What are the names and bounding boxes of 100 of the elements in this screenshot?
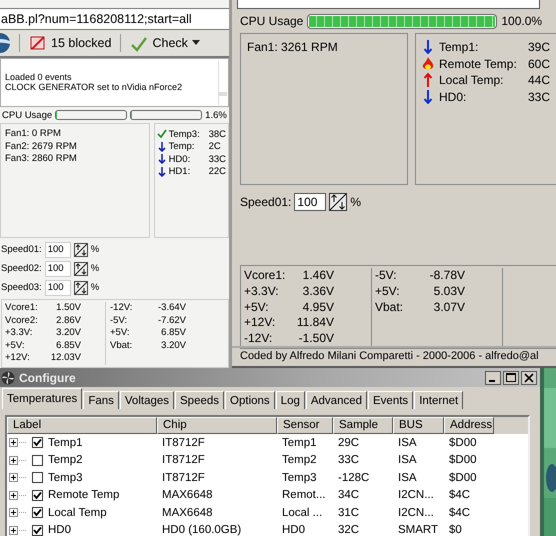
speed-label: Speed03: (1, 282, 42, 294)
sensor-label: Remote Temp (48, 489, 120, 502)
temp-value: 60C (528, 56, 550, 71)
column-header[interactable]: Sensor (277, 417, 333, 434)
percent-unit: % (350, 195, 362, 209)
cpu-usage-label: CPU Usage (240, 14, 304, 28)
log-line: Loaded 0 events (5, 72, 73, 82)
checkbox[interactable] (32, 437, 43, 448)
column-header[interactable]: Address (444, 417, 494, 434)
temp-value: 44C (528, 73, 550, 88)
fan-reading: Fan3: 2860 RPM (5, 153, 78, 166)
speed-field[interactable]: 100 (44, 242, 71, 258)
checkbox[interactable] (32, 472, 43, 484)
expand-icon[interactable] (9, 490, 27, 500)
address-field[interactable]: aBB.pl?num=1168208112;start=all (0, 8, 229, 30)
globe-icon[interactable] (0, 33, 12, 54)
tab[interactable]: Internet (414, 391, 464, 409)
maximize-button[interactable] (503, 370, 519, 384)
tab[interactable]: Voltages (120, 391, 174, 409)
speed-field[interactable]: 100 (294, 193, 326, 211)
expand-icon[interactable] (9, 508, 27, 518)
fan-reading: Fan1: 0 RPM (5, 128, 62, 141)
column-header[interactable]: Chip (157, 417, 277, 434)
blocked-window-icon (29, 34, 47, 52)
fan-reading: Fan2: 2679 RPM (5, 140, 78, 154)
voltage-label: Vbat: (375, 300, 404, 316)
table-cell-text: SMART (397, 524, 440, 536)
voltage-value: -8.78V (428, 268, 465, 284)
table-cell-text: IT8712F (161, 454, 206, 466)
sensor-label: Temp1 (48, 436, 83, 449)
temp-label: Temp3: (168, 128, 201, 140)
speed-field[interactable]: 100 (44, 260, 71, 277)
table-cell-text: Local ... (281, 506, 324, 519)
temp-label: Temp: (168, 141, 196, 152)
table-cell-text: $D00 (448, 472, 478, 484)
table-cell-text: 29C (337, 436, 360, 449)
text-field[interactable] (237, 0, 540, 9)
voltage-value: 3.20V (55, 327, 81, 340)
table-cell-text: Temp1 (281, 436, 318, 449)
down-arrow-icon (156, 166, 167, 177)
spin-button[interactable] (74, 262, 88, 276)
log-line: CLOCK GENERATOR set to nVidia nForce2 (5, 82, 184, 92)
temp-label: Local Temp: (438, 73, 504, 88)
tab[interactable]: Speeds (175, 391, 224, 409)
cpu-usage-reading: 100.0% (501, 14, 542, 28)
close-button[interactable] (521, 370, 537, 384)
voltage-label: -5V: (110, 314, 128, 328)
checkbox[interactable] (32, 490, 43, 501)
table-cell-text: Temp3 (281, 472, 318, 484)
tab[interactable]: Fans (83, 391, 119, 409)
tab[interactable]: Events (368, 391, 414, 409)
column-header[interactable]: BUS (393, 417, 444, 434)
tab[interactable]: Advanced (306, 391, 368, 409)
checkbox[interactable] (32, 524, 43, 536)
table-cell-text: 32C (337, 524, 360, 536)
sensor-label: Local Temp (48, 506, 107, 519)
table-cell-text: Remot... (281, 489, 326, 502)
speed-field[interactable]: 100 (44, 280, 71, 296)
table-cell-text: ISA (397, 472, 418, 484)
voltage-value: 12.03V (50, 352, 81, 365)
voltage-label: Vcore1: (5, 302, 39, 315)
voltage-label: -5V: (375, 268, 398, 284)
table-cell-text: MAX6648 (161, 489, 214, 502)
tab[interactable]: Log (276, 391, 305, 409)
spin-button[interactable] (74, 242, 88, 257)
column-header[interactable]: Sample (333, 417, 393, 434)
table-cell-text: $0 (448, 524, 463, 536)
tab[interactable]: Temperatures (2, 388, 82, 409)
voltage-label: +12V: (5, 352, 31, 365)
percent-unit: % (90, 263, 100, 274)
tab[interactable]: Options (225, 391, 275, 409)
column-header[interactable]: Label (7, 417, 157, 434)
checkbox[interactable] (32, 454, 43, 466)
voltage-label: -12V: (110, 302, 134, 315)
temp-label: HD0: (438, 90, 468, 104)
check-icon (156, 129, 167, 140)
spin-button[interactable] (74, 280, 88, 295)
table-cell-text: ISA (397, 436, 418, 449)
temp-value: 38C (208, 128, 226, 140)
temp-label: Temp1: (438, 40, 480, 54)
voltage-value: -1.50V (298, 331, 334, 347)
expand-icon[interactable] (9, 473, 27, 482)
down-arrow-icon (156, 154, 167, 164)
checkbox[interactable] (32, 507, 43, 518)
temp-label: Remote Temp: (438, 56, 518, 71)
voltage-value: 3.20V (160, 340, 186, 352)
spell-check-button[interactable]: Check (128, 34, 202, 52)
window-title: Configure (19, 370, 76, 384)
temp-value: 2C (208, 141, 221, 152)
voltage-label: +3.3V: (244, 284, 280, 300)
table-cell-text: I2CN... (397, 506, 435, 519)
minimize-button[interactable] (485, 370, 501, 384)
expand-icon[interactable] (9, 456, 27, 465)
expand-icon[interactable] (9, 526, 27, 535)
voltage-label: +5V: (110, 327, 130, 340)
spin-button[interactable] (329, 193, 348, 211)
scrollbar[interactable] (218, 61, 227, 106)
expand-icon[interactable] (9, 438, 27, 448)
popup-blocker-button[interactable]: 15 blocked (27, 34, 114, 52)
sensor-label: Temp2 (48, 454, 83, 466)
